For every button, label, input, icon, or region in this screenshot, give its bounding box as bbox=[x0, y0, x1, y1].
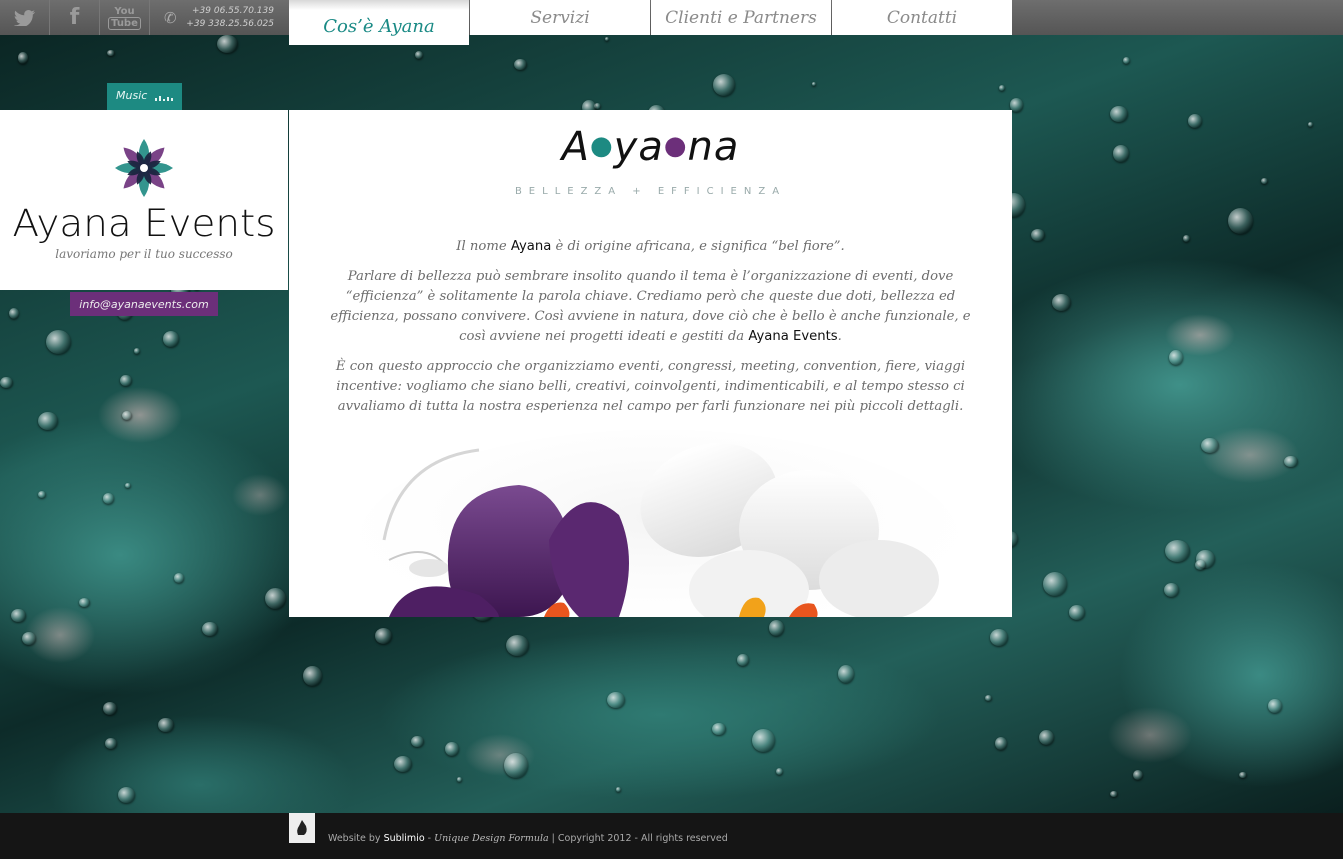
nav-contatti[interactable]: Contatti bbox=[832, 0, 1012, 35]
teal-dot-icon: ● bbox=[589, 131, 614, 161]
sublimio-badge[interactable] bbox=[289, 813, 315, 843]
twitter-bird-icon bbox=[13, 9, 35, 26]
logo-tagline: lavoriamo per il tuo successo bbox=[55, 247, 233, 261]
top-bar: f You Tube ✆ +39 06.55.70.139 +39 338.25… bbox=[0, 0, 1343, 45]
phone-number-2: +39 338.25.56.025 bbox=[186, 19, 274, 29]
phone-icon: ✆ bbox=[164, 9, 177, 27]
paragraph-2: Parlare di bellezza può sembrare insolit… bbox=[330, 269, 971, 344]
paragraph-3: È con questo approccio che organizziamo … bbox=[335, 359, 966, 414]
brand-title: A●ya●na bbox=[561, 124, 740, 170]
phone-box: ✆ +39 06.55.70.139 +39 338.25.56.025 bbox=[150, 0, 288, 35]
logo-name: Ayana Events bbox=[12, 202, 276, 245]
facebook-link[interactable]: f bbox=[50, 0, 100, 35]
logo-box[interactable]: Ayana Events lavoriamo per il tuo succes… bbox=[0, 110, 288, 290]
slogan: BELLEZZA + EFFICIENZA bbox=[514, 186, 787, 197]
paragraph-1: Il nome Ayana è di origine africana, e s… bbox=[456, 239, 845, 254]
youtube-link[interactable]: You Tube bbox=[100, 0, 150, 35]
footer-credits: Website by Sublimio - Unique Design Form… bbox=[328, 833, 728, 844]
music-label: Music bbox=[116, 89, 148, 102]
purple-dot-icon: ● bbox=[663, 131, 688, 161]
nav-clienti-e-partners[interactable]: Clienti e Partners bbox=[651, 0, 831, 35]
equalizer-icon bbox=[155, 95, 173, 101]
facebook-icon: f bbox=[69, 5, 80, 30]
intro-copy: Il nome Ayana è di origine africana, e s… bbox=[329, 237, 972, 427]
main-content-panel: A●ya●na BELLEZZA + EFFICIENZA Il nome Ay… bbox=[289, 110, 1012, 617]
phone-number-1: +39 06.55.70.139 bbox=[192, 6, 274, 16]
music-toggle[interactable]: Music bbox=[107, 83, 182, 110]
crocus-flowers-image bbox=[359, 430, 959, 617]
twitter-link[interactable] bbox=[0, 0, 50, 35]
sublimio-link[interactable]: Sublimio bbox=[384, 833, 425, 844]
footer: Website by Sublimio - Unique Design Form… bbox=[0, 813, 1343, 859]
youtube-icon: You Tube bbox=[108, 6, 141, 30]
flower-logo-icon bbox=[115, 139, 173, 197]
nav-servizi[interactable]: Servizi bbox=[470, 0, 650, 35]
nav-cos-e-ayana[interactable]: Cos’è Ayana bbox=[289, 0, 469, 45]
sublimio-logo-icon bbox=[297, 820, 307, 835]
email-link[interactable]: info@ayanaevents.com bbox=[70, 292, 218, 316]
